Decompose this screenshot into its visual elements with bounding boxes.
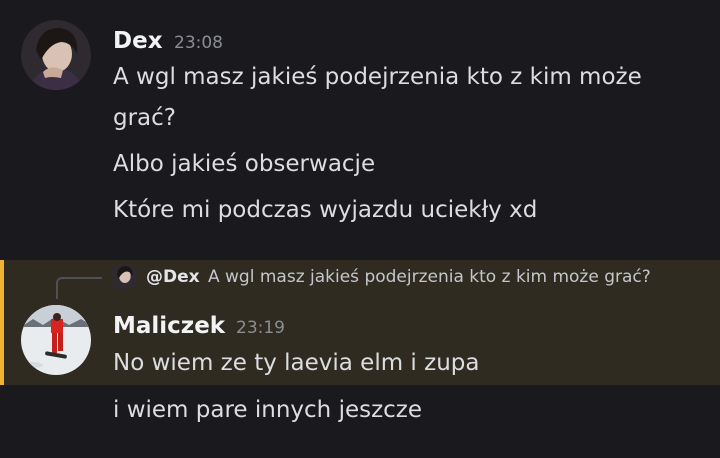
message-line: Albo jakieś obserwacje bbox=[113, 151, 376, 177]
message-line: i wiem pare innych jeszcze bbox=[113, 397, 423, 423]
reply-avatar-dex bbox=[111, 263, 138, 290]
message-line: grać? bbox=[113, 105, 177, 131]
chat-messages: Dex 23:08 A wgl masz jakieś podejrzenia … bbox=[0, 0, 720, 458]
message-line: A wgl masz jakieś podejrzenia kto z kim … bbox=[113, 64, 642, 90]
message-line: Które mi podczas wyjazdu uciekły xd bbox=[113, 197, 538, 223]
message-line: No wiem ze ty laevia elm i zupa bbox=[113, 350, 480, 376]
message-timestamp: 23:08 bbox=[174, 33, 223, 53]
avatar-maliczek[interactable] bbox=[21, 305, 91, 375]
message-timestamp: 23:19 bbox=[236, 318, 285, 338]
author-name[interactable]: Maliczek bbox=[113, 313, 225, 339]
reply-preview-text[interactable]: A wgl masz jakieś podejrzenia kto z kim … bbox=[208, 267, 651, 287]
reply-mention[interactable]: @Dex bbox=[146, 267, 200, 287]
reply-connector bbox=[56, 277, 102, 299]
avatar-dex[interactable] bbox=[21, 20, 91, 90]
author-name[interactable]: Dex bbox=[113, 28, 163, 54]
